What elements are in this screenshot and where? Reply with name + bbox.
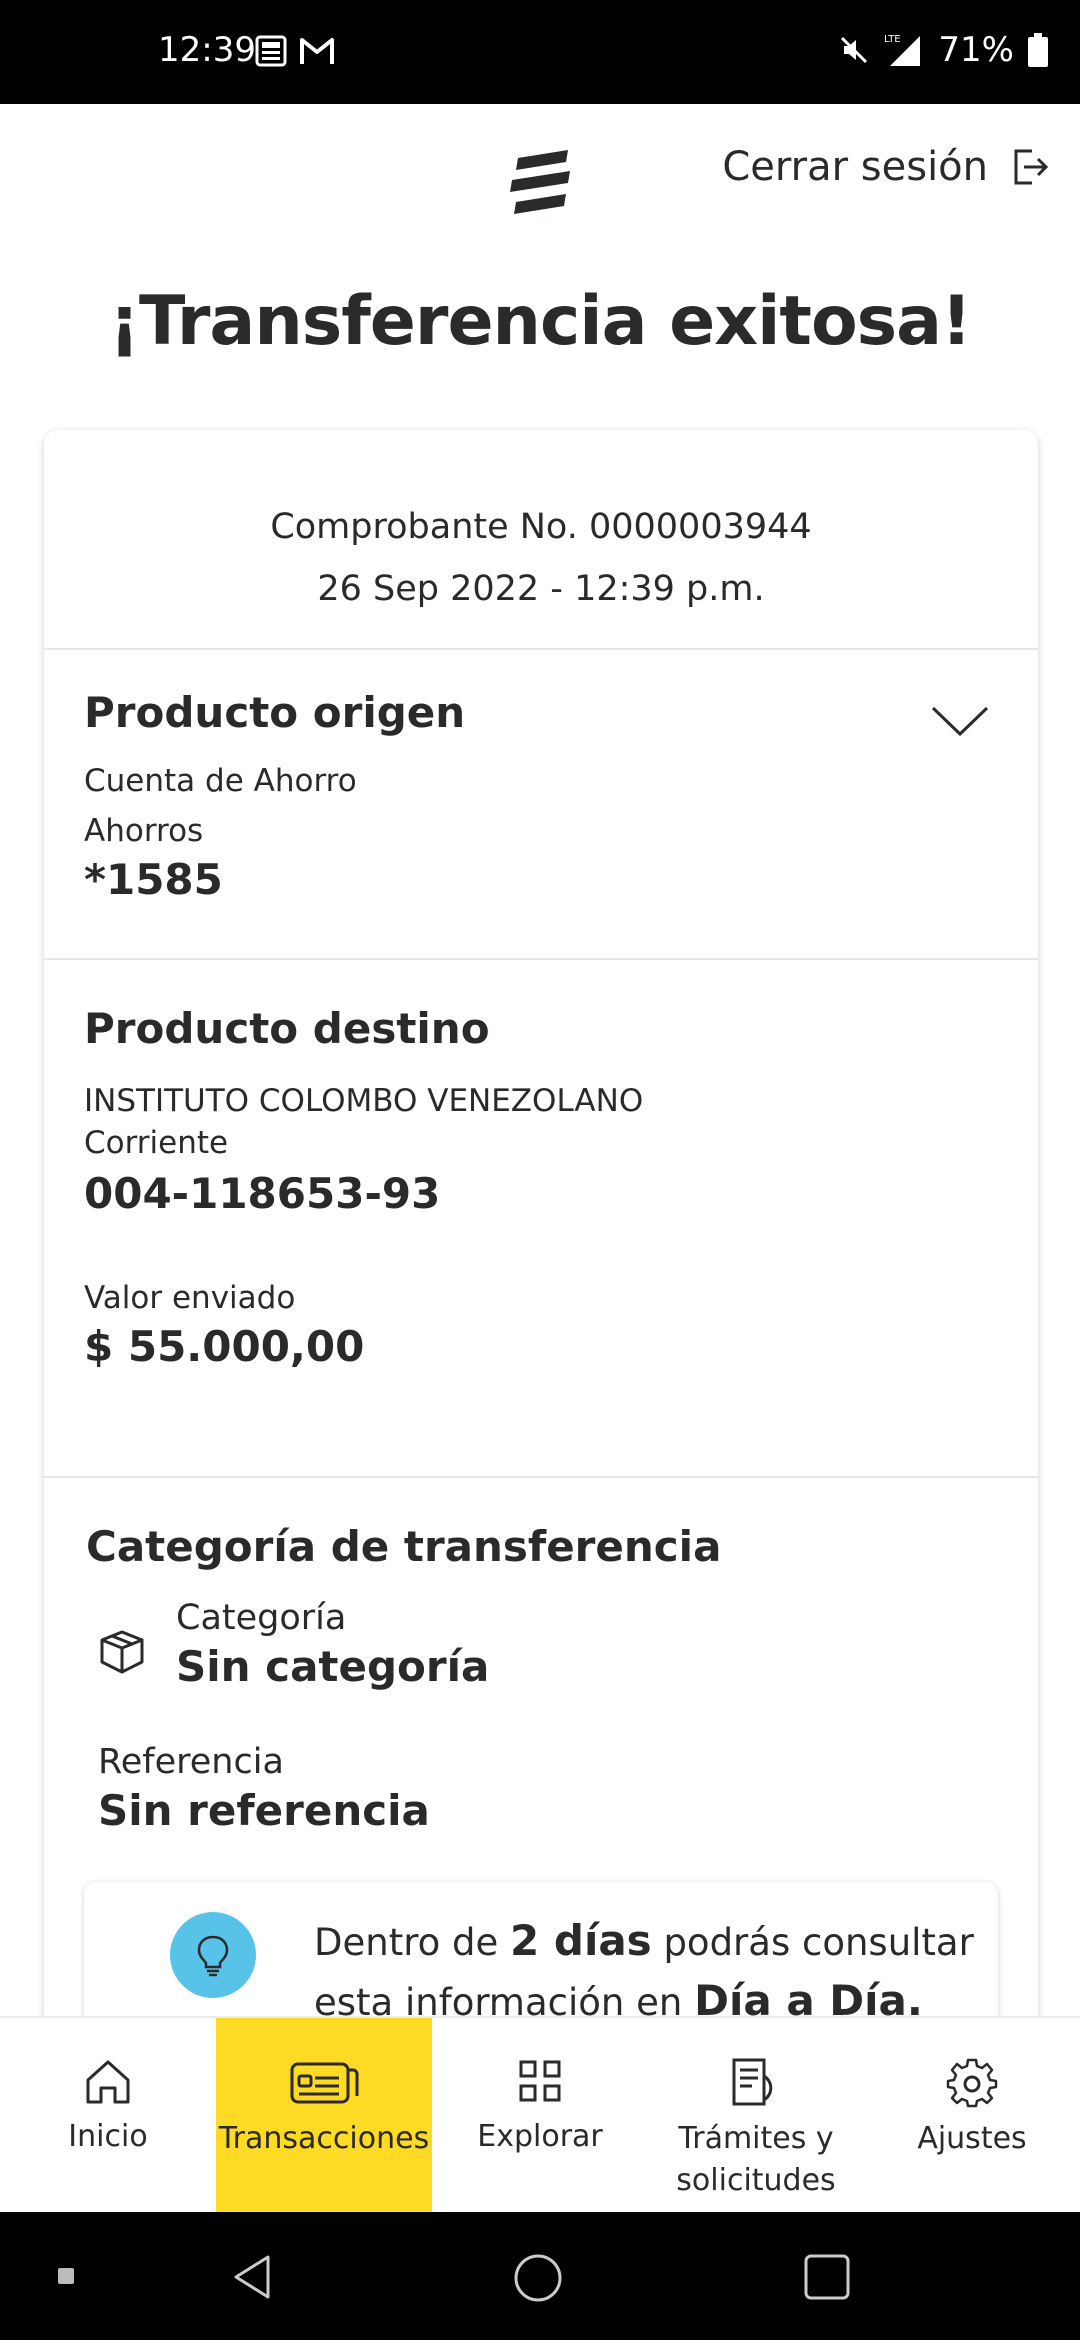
transfer-card: Comprobante No. 0000003944 26 Sep 2022 -… xyxy=(44,430,1038,2030)
receipt-header: Comprobante No. 0000003944 26 Sep 2022 -… xyxy=(44,430,1038,650)
grid-icon xyxy=(519,2060,561,2102)
notification-icons xyxy=(254,34,336,68)
nav-item-explorar[interactable]: Explorar xyxy=(432,2018,648,2214)
chevron-down-icon[interactable] xyxy=(930,704,990,738)
bottom-nav: Inicio Transacciones Explorar Trámites y… xyxy=(0,2016,1080,2214)
transactions-icon xyxy=(290,2062,359,2104)
logout-icon xyxy=(1014,149,1049,185)
home-button-icon[interactable] xyxy=(512,2252,564,2304)
nav-item-tramites[interactable]: Trámites y solicitudes xyxy=(648,2018,864,2214)
nav-label: Transacciones xyxy=(218,2121,430,2156)
reference-label: Referencia xyxy=(98,1742,284,1782)
status-time: 12:39 xyxy=(158,30,256,70)
category-title: Categoría de transferencia xyxy=(86,1522,722,1571)
svg-text:LTE: LTE xyxy=(884,34,901,45)
origin-section[interactable]: Producto origen Cuenta de Ahorro Ahorros… xyxy=(44,650,1038,960)
reference-value: Sin referencia xyxy=(98,1786,430,1835)
system-nav-bar xyxy=(0,2212,1080,2340)
amount-value: $ 55.000,00 xyxy=(84,1322,365,1371)
category-value: Sin categoría xyxy=(176,1642,490,1691)
origin-title: Producto origen xyxy=(84,688,466,737)
app-header: Cerrar sesión xyxy=(0,104,1080,254)
news-icon xyxy=(255,35,287,67)
amount-label: Valor enviado xyxy=(84,1280,296,1316)
destination-section: Producto destino INSTITUTO COLOMBO VENEZ… xyxy=(44,960,1038,1478)
gmail-icon xyxy=(300,38,334,64)
nav-label: Inicio xyxy=(68,2119,148,2154)
category-row: Categoría Sin categoría xyxy=(96,1598,489,1691)
status-bar: 12:39 LTE 71% xyxy=(0,0,1080,104)
nav-label: Trámites y solicitudes xyxy=(676,2121,836,2198)
logout-button[interactable]: Cerrar sesión xyxy=(722,144,1050,190)
nav-item-transacciones[interactable]: Transacciones xyxy=(216,2018,432,2214)
page-title: ¡Transferencia exitosa! xyxy=(108,282,972,361)
info-text: Dentro de 2 días podrás consultar esta i… xyxy=(314,1916,974,2025)
receipt-date: 26 Sep 2022 - 12:39 p.m. xyxy=(317,569,765,609)
nav-label: Explorar xyxy=(477,2119,603,2154)
category-label: Categoría xyxy=(176,1598,347,1638)
battery-icon xyxy=(1028,33,1048,67)
origin-number: *1585 xyxy=(84,855,223,904)
battery-percent: 71% xyxy=(938,30,1014,70)
receipt-number: Comprobante No. 0000003944 xyxy=(270,507,812,547)
gear-icon xyxy=(946,2058,998,2108)
mute-icon xyxy=(841,36,868,64)
nav-item-ajustes[interactable]: Ajustes xyxy=(864,2018,1080,2214)
destination-type: Corriente xyxy=(84,1125,229,1161)
lightbulb-icon xyxy=(170,1912,256,1998)
back-icon[interactable] xyxy=(228,2252,278,2302)
info-notice: Dentro de 2 días podrás consultar esta i… xyxy=(84,1882,998,2030)
bank-logo xyxy=(492,134,592,254)
origin-subtype: Ahorros xyxy=(84,813,204,849)
home-icon xyxy=(86,2060,130,2104)
destination-name: INSTITUTO COLOMBO VENEZOLANO xyxy=(84,1083,644,1119)
box-icon xyxy=(100,1630,144,1674)
nav-label: Ajustes xyxy=(917,2121,1027,2156)
logout-label: Cerrar sesión xyxy=(722,144,988,190)
signal-icon: LTE xyxy=(884,34,921,66)
overview-icon[interactable] xyxy=(802,2252,852,2302)
recents-dot-icon xyxy=(58,2268,74,2284)
destination-number: 004-118653-93 xyxy=(84,1169,441,1218)
documents-icon xyxy=(732,2058,773,2106)
destination-title: Producto destino xyxy=(84,1004,490,1053)
nav-item-inicio[interactable]: Inicio xyxy=(0,2018,216,2214)
origin-account-type: Cuenta de Ahorro xyxy=(84,763,357,799)
